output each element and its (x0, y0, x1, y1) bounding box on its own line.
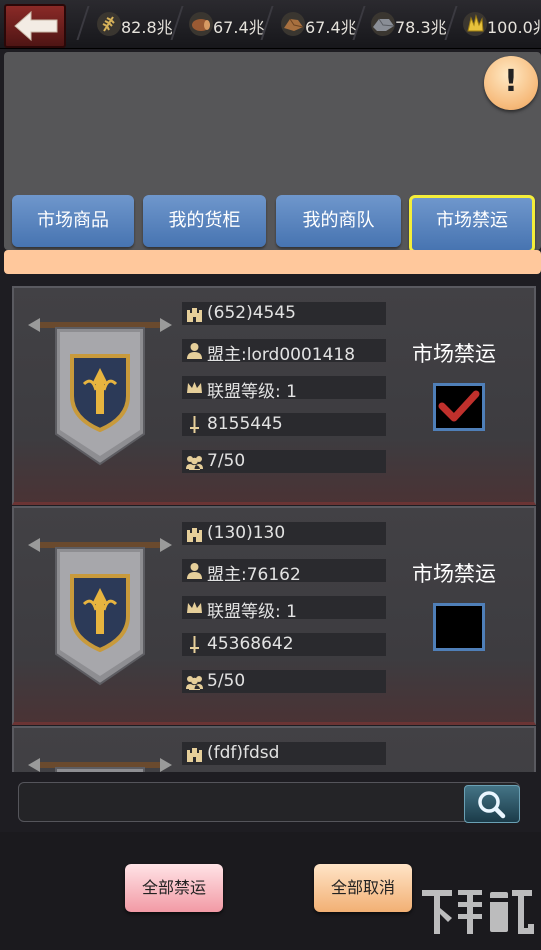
user-icon (187, 343, 202, 359)
alliance-power-row: 8155445 (182, 413, 386, 436)
alliance-leader-row: 盟主:lord0001418 (182, 339, 386, 365)
search-icon (478, 791, 506, 819)
search-input[interactable] (18, 782, 520, 822)
alliance-members-row: 5/50 (182, 670, 386, 693)
gold-value: 100.0兆 (487, 18, 541, 37)
alliance-banner-icon (28, 538, 172, 686)
cancel-all-button[interactable]: 全部取消 (314, 864, 412, 912)
castle-icon (187, 748, 202, 762)
alliance-level: 联盟等级: 1 (207, 602, 297, 622)
alliance-banner-icon (28, 758, 172, 772)
alliance-card: (130)130 盟主:76162 联盟等级: 1 45368642 5/50 … (12, 506, 536, 725)
alliance-info: (652)4545 盟主:lord0001418 联盟等级: 1 8155445… (182, 302, 386, 487)
tab-market-embargo[interactable]: 市场禁运 (409, 195, 535, 253)
alliance-members: 7/50 (207, 451, 246, 471)
alliance-power: 8155445 (207, 414, 283, 434)
back-arrow-icon (14, 10, 58, 42)
wood-icon (189, 12, 213, 36)
alliance-list[interactable]: (652)4545 盟主:lord0001418 联盟等级: 1 8155445… (0, 282, 541, 772)
members-icon (186, 676, 203, 690)
tab-my-caravan[interactable]: 我的商队 (276, 195, 401, 247)
wood-value: 67.4兆 (213, 18, 265, 37)
alliance-card: (fdf)fdsd (12, 726, 536, 772)
alliance-leader-row: 盟主:76162 (182, 559, 386, 585)
info-button[interactable]: ! (484, 56, 538, 110)
embargo-all-button[interactable]: 全部禁运 (125, 864, 223, 912)
gold-icon (463, 12, 487, 36)
stone-value: 67.4兆 (305, 18, 357, 37)
alliance-leader: 盟主:76162 (207, 565, 301, 585)
alliance-card: (652)4545 盟主:lord0001418 联盟等级: 1 8155445… (12, 286, 536, 505)
tab-market-goods[interactable]: 市场商品 (12, 195, 134, 247)
alliance-members-row: 7/50 (182, 450, 386, 473)
alliance-banner-icon (28, 318, 172, 466)
alliance-name: (fdf)fdsd (207, 743, 280, 763)
alliance-name-row: (130)130 (182, 522, 386, 545)
alliance-name-row: (fdf)fdsd (182, 742, 386, 765)
wheat-value: 82.8兆 (121, 18, 173, 37)
stone-icon (281, 12, 305, 36)
embargo-checkbox[interactable] (433, 603, 485, 651)
embargo-checkbox[interactable] (433, 383, 485, 431)
user-icon (187, 563, 202, 579)
crown-icon (187, 602, 202, 613)
castle-icon (187, 308, 202, 322)
search-button[interactable] (464, 785, 520, 823)
sword-icon (190, 636, 199, 653)
alliance-power-row: 45368642 (182, 633, 386, 656)
crown-icon (187, 382, 202, 393)
alliance-level-row: 联盟等级: 1 (182, 596, 386, 622)
iron-ore-icon (371, 12, 395, 36)
wheat-icon (97, 12, 121, 36)
iron-value: 78.3兆 (395, 18, 447, 37)
alliance-level: 联盟等级: 1 (207, 382, 297, 402)
alliance-name-row: (652)4545 (182, 302, 386, 325)
alliance-name: (130)130 (207, 523, 286, 543)
alliance-members: 5/50 (207, 671, 246, 691)
watermark-logo (422, 890, 534, 934)
alliance-name: (652)4545 (207, 303, 296, 323)
embargo-label: 市场禁运 (412, 562, 496, 586)
alliance-info: (130)130 盟主:76162 联盟等级: 1 45368642 5/50 (182, 522, 386, 707)
back-button[interactable] (4, 4, 66, 48)
alliance-info: (fdf)fdsd (182, 742, 386, 772)
tab-my-counter[interactable]: 我的货柜 (143, 195, 266, 247)
sword-icon (190, 416, 199, 433)
members-icon (186, 456, 203, 470)
resource-bar: 82.8兆 67.4兆 67.4兆 78.3兆 100.0兆 (0, 0, 541, 49)
separator (76, 6, 90, 40)
alliance-power: 45368642 (207, 634, 294, 654)
alliance-level-row: 联盟等级: 1 (182, 376, 386, 402)
checkmark-icon (438, 390, 480, 422)
tab-underline-strip (4, 250, 541, 274)
embargo-label: 市场禁运 (412, 342, 496, 366)
alliance-leader: 盟主:lord0001418 (207, 345, 356, 365)
castle-icon (187, 528, 202, 542)
